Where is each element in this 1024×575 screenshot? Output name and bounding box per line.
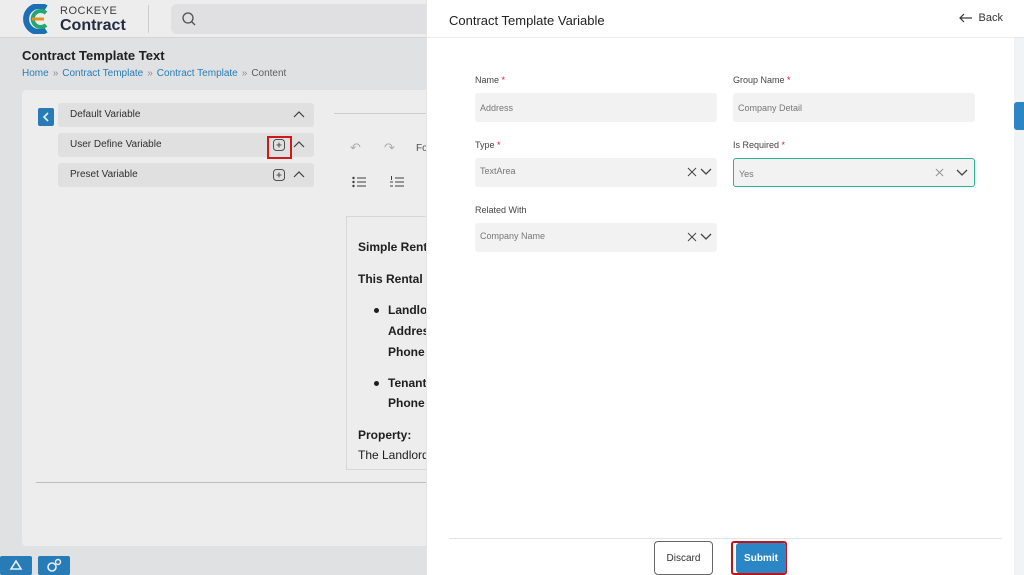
arrow-left-icon bbox=[958, 13, 972, 23]
submit-button[interactable]: Submit bbox=[736, 543, 786, 573]
is-required-label-text: Is Required bbox=[733, 140, 780, 150]
group-name-label: Group Name * bbox=[733, 75, 791, 85]
discard-button[interactable]: Discard bbox=[654, 541, 713, 575]
clear-icon[interactable] bbox=[687, 232, 697, 242]
required-marker: * bbox=[497, 140, 501, 150]
required-marker: * bbox=[501, 75, 506, 85]
group-name-value: Company Detail bbox=[738, 103, 803, 113]
related-with-select[interactable]: Company Name bbox=[475, 223, 717, 252]
required-marker: * bbox=[781, 140, 786, 150]
modal-overlay[interactable] bbox=[0, 0, 426, 575]
back-label: Back bbox=[978, 12, 1003, 24]
group-name-label-text: Group Name bbox=[733, 75, 785, 85]
group-name-input[interactable]: Company Detail bbox=[733, 93, 975, 122]
is-required-label: Is Required * bbox=[733, 140, 785, 150]
back-button[interactable]: Back bbox=[958, 12, 1003, 24]
type-label: Type * bbox=[475, 140, 501, 150]
type-value: TextArea bbox=[480, 166, 516, 176]
name-label-text: Name bbox=[475, 75, 500, 85]
chevron-down-icon[interactable] bbox=[700, 168, 712, 176]
side-panel-tab[interactable] bbox=[1014, 102, 1024, 130]
related-with-value: Company Name bbox=[480, 231, 546, 241]
clear-icon[interactable] bbox=[687, 167, 697, 177]
contract-template-variable-drawer: Contract Template Variable Back Name * A… bbox=[426, 0, 1015, 575]
chevron-down-icon[interactable] bbox=[700, 233, 712, 241]
name-label: Name * bbox=[475, 75, 505, 85]
chevron-down-icon[interactable] bbox=[956, 169, 968, 177]
related-with-label: Related With bbox=[475, 205, 527, 215]
name-value: Address bbox=[480, 103, 514, 113]
type-label-text: Type bbox=[475, 140, 495, 150]
clear-icon[interactable] bbox=[935, 168, 944, 177]
type-select[interactable]: TextArea bbox=[475, 158, 717, 187]
drawer-header: Contract Template Variable Back bbox=[427, 0, 1015, 38]
is-required-select[interactable]: Yes bbox=[733, 158, 975, 187]
name-input[interactable]: Address bbox=[475, 93, 717, 122]
drawer-title: Contract Template Variable bbox=[449, 13, 605, 28]
is-required-value: Yes bbox=[739, 169, 754, 179]
required-marker: * bbox=[787, 75, 791, 85]
footer-divider bbox=[449, 538, 1002, 539]
